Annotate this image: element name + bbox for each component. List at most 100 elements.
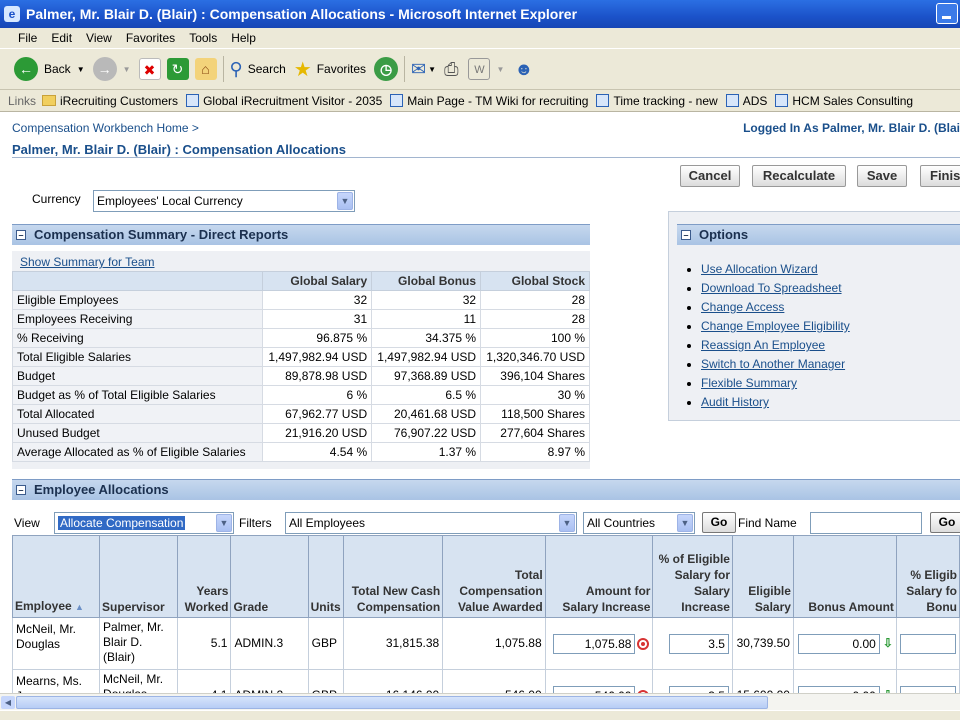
currency-select[interactable]: Employees' Local Currency ▼ [93, 190, 355, 212]
breadcrumb[interactable]: Compensation Workbench Home > [12, 121, 199, 135]
finish-button[interactable]: Finis [920, 165, 960, 187]
stop-icon[interactable]: ✖ [138, 58, 161, 80]
bonus-amount-input[interactable]: 0.00 [797, 633, 880, 654]
save-button[interactable]: Save [857, 165, 907, 187]
summary-cell: 6 % [262, 385, 373, 405]
summary-row-label: Total Allocated [11, 404, 264, 424]
summary-cell: 21,916.20 USD [262, 423, 373, 443]
link-hcm-sales[interactable]: HCM Sales Consulting [775, 94, 913, 108]
option-item: Change Employee Eligibility [701, 317, 850, 336]
option-link[interactable]: Change Employee Eligibility [701, 319, 850, 333]
link-time-tracking[interactable]: Time tracking - new [596, 94, 718, 108]
col-grade[interactable]: Grade [230, 535, 309, 618]
forward-button[interactable]: → ▼ [92, 57, 131, 81]
col-units[interactable]: Units [307, 535, 344, 618]
dropdown-icon[interactable]: ▼ [496, 65, 504, 74]
col-years-worked[interactable]: Years Worked [176, 535, 232, 618]
col-salary-pct[interactable]: % of Eligible Salary for Salary Increase [652, 535, 733, 618]
scroll-left-icon[interactable]: ◀ [1, 696, 15, 709]
star-icon: ★ [293, 58, 312, 81]
link-global-irecruitment[interactable]: Global iRecruitment Visitor - 2035 [186, 94, 382, 108]
menu-file[interactable]: File [18, 31, 37, 45]
country-select[interactable]: All Countries ▼ [583, 512, 695, 534]
find-name-input[interactable] [810, 512, 922, 534]
messenger-icon[interactable]: ☻ [514, 59, 533, 80]
filter-select[interactable]: All Employees ▼ [285, 512, 577, 534]
option-link[interactable]: Switch to Another Manager [701, 357, 845, 371]
collapse-icon[interactable]: – [16, 230, 26, 240]
option-link[interactable]: Flexible Summary [701, 376, 797, 390]
menu-favorites[interactable]: Favorites [126, 31, 175, 45]
bonus-pct-cell [895, 669, 960, 693]
scroll-thumb[interactable] [16, 696, 768, 709]
employees-header: – Employee Allocations [12, 479, 960, 500]
print-icon[interactable]: ⎙ [444, 59, 458, 80]
col-salary-amount[interactable]: Amount for Salary Increase [544, 535, 654, 618]
option-link[interactable]: Download To Spreadsheet [701, 281, 842, 295]
minimize-button[interactable] [936, 3, 958, 24]
show-summary-link[interactable]: Show Summary for Team [20, 255, 155, 269]
edit-icon[interactable]: W [468, 58, 491, 80]
summary-cell: 31 [262, 309, 373, 329]
summary-cell: 118,500 Shares [480, 404, 590, 424]
collapse-icon[interactable]: – [16, 485, 26, 495]
favorites-button[interactable]: ★ Favorites [294, 57, 366, 82]
page-icon [596, 94, 610, 107]
col-total-awarded[interactable]: Total Compensation Value Awarded [442, 535, 546, 618]
search-button[interactable]: ⚲ Search [230, 59, 286, 80]
col-eligible-salary[interactable]: Eligible Salary [731, 535, 794, 618]
total-awarded: 1,075.88 [442, 617, 546, 670]
summary-cell: 4.54 % [262, 442, 373, 462]
back-button[interactable]: ← Back ▼ [14, 57, 85, 81]
go-button[interactable]: Go [702, 512, 736, 533]
col-supervisor[interactable]: Supervisor [99, 535, 178, 618]
col-total-cash[interactable]: Total New Cash Compensation [342, 535, 444, 618]
summary-cell: 89,878.98 USD [262, 366, 373, 386]
summary-row: Employees Receiving 31 11 28 [11, 309, 590, 329]
link-irecruiting[interactable]: iRecruiting Customers [42, 94, 178, 108]
window-titlebar: e Palmer, Mr. Blair D. (Blair) : Compens… [0, 0, 960, 28]
history-icon[interactable]: ◷ [374, 57, 399, 81]
dropdown-icon[interactable]: ▼ [123, 65, 131, 74]
chevron-down-icon: ▼ [677, 514, 693, 532]
menu-tools[interactable]: Tools [189, 31, 217, 45]
menu-help[interactable]: Help [231, 31, 256, 45]
mail-icon[interactable]: ✉ [411, 59, 426, 80]
link-main-page[interactable]: Main Page - TM Wiki for recruiting [390, 94, 588, 108]
horizontal-scrollbar[interactable]: ◀ [0, 693, 960, 710]
salary-amount-input[interactable]: 1,075.88 [553, 633, 636, 654]
collapse-icon[interactable]: – [681, 230, 691, 240]
total-cash: 31,815.38 [342, 617, 444, 670]
cancel-button[interactable]: Cancel [680, 165, 740, 187]
summary-cell: 8.97 % [480, 442, 590, 462]
home-icon[interactable]: ⌂ [194, 58, 217, 80]
col-bonus-pct[interactable]: % Eligib Salary fo Bonu [895, 535, 960, 618]
recalculate-button[interactable]: Recalculate [752, 165, 846, 187]
col-bonus-amount[interactable]: Bonus Amount [792, 535, 897, 618]
find-go-button[interactable]: Go [930, 512, 960, 533]
bonus-pct-input[interactable] [899, 633, 956, 654]
salary-amount-input[interactable]: 546.00 [553, 685, 636, 693]
bonus-amount-input[interactable]: 0.00 [797, 685, 880, 693]
chevron-down-icon: ▼ [216, 514, 232, 532]
option-link[interactable]: Change Access [701, 300, 784, 314]
summary-cell: 1.37 % [371, 442, 482, 462]
col-employee[interactable]: Employee ▲ [11, 535, 101, 618]
view-select[interactable]: Allocate Compensation ▼ [54, 512, 234, 534]
refresh-icon[interactable]: ↻ [166, 58, 189, 80]
bonus-pct-input[interactable] [899, 685, 956, 693]
menu-view[interactable]: View [86, 31, 112, 45]
menu-edit[interactable]: Edit [51, 31, 72, 45]
salary-pct-input[interactable]: 3.5 [668, 633, 729, 654]
dropdown-icon[interactable]: ▼ [77, 65, 85, 74]
salary-pct-input[interactable]: 3.5 [668, 685, 729, 693]
option-link[interactable]: Use Allocation Wizard [701, 262, 818, 276]
arrow-down-icon[interactable]: ⇩ [883, 636, 893, 651]
option-link[interactable]: Audit History [701, 395, 769, 409]
chevron-down-icon: ▼ [559, 514, 575, 532]
summary-cell: 32 [262, 290, 373, 310]
option-link[interactable]: Reassign An Employee [701, 338, 825, 352]
target-icon[interactable] [637, 637, 650, 650]
dropdown-icon[interactable]: ▼ [428, 65, 436, 74]
link-ads[interactable]: ADS [725, 94, 767, 108]
